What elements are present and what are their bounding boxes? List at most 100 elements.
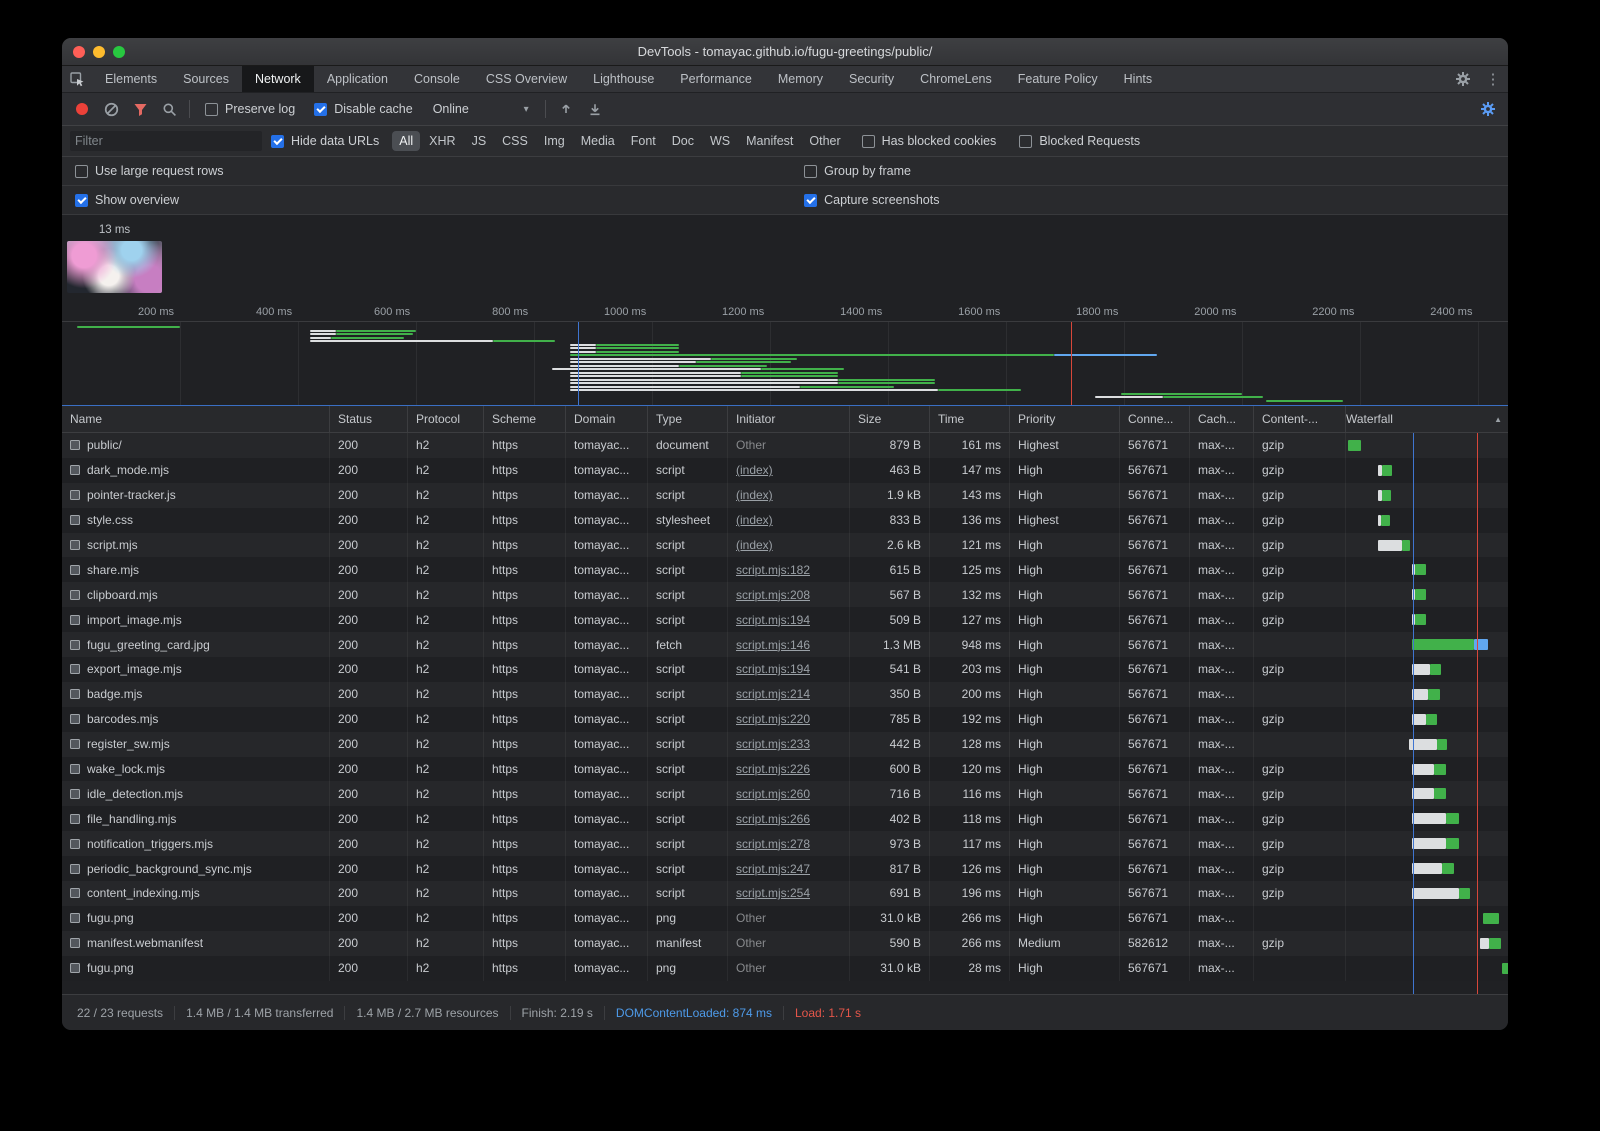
record-network-log-button[interactable] <box>68 96 96 122</box>
tab-network[interactable]: Network <box>242 66 314 92</box>
hide-data-urls-checkbox[interactable]: Hide data URLs <box>271 134 379 148</box>
filter-type-font[interactable]: Font <box>624 131 663 151</box>
kebab-menu-icon[interactable]: ⋮ <box>1478 66 1508 92</box>
filter-type-xhr[interactable]: XHR <box>422 131 462 151</box>
filter-type-all[interactable]: All <box>392 131 420 151</box>
table-row[interactable]: content_indexing.mjs200h2httpstomayac...… <box>62 881 1508 906</box>
tab-application[interactable]: Application <box>314 66 401 92</box>
use-large-request-rows-checkbox[interactable]: Use large request rows <box>75 164 224 178</box>
inspect-element-button[interactable] <box>62 66 92 92</box>
initiator-link[interactable]: script.mjs:208 <box>736 588 810 602</box>
table-row[interactable]: clipboard.mjs200h2httpstomayac...scripts… <box>62 582 1508 607</box>
initiator-link[interactable]: script.mjs:220 <box>736 712 810 726</box>
column-header-cach[interactable]: Cach... <box>1190 406 1254 432</box>
filter-input[interactable] <box>70 131 262 151</box>
tab-sources[interactable]: Sources <box>170 66 242 92</box>
initiator-link[interactable]: (index) <box>736 513 773 527</box>
tab-lighthouse[interactable]: Lighthouse <box>580 66 667 92</box>
export-har-button[interactable] <box>581 96 609 122</box>
search-button[interactable] <box>155 96 183 122</box>
initiator-link[interactable]: script.mjs:226 <box>736 762 810 776</box>
filter-type-manifest[interactable]: Manifest <box>739 131 800 151</box>
table-row[interactable]: fugu.png200h2httpstomayac...pngOther31.0… <box>62 956 1508 981</box>
initiator-link[interactable]: script.mjs:214 <box>736 687 810 701</box>
column-header-name[interactable]: Name <box>62 406 330 432</box>
initiator-link[interactable]: (index) <box>736 463 773 477</box>
disable-cache-checkbox[interactable]: Disable cache <box>314 102 413 116</box>
clear-network-log-button[interactable] <box>97 96 125 122</box>
table-row[interactable]: periodic_background_sync.mjs200h2httpsto… <box>62 856 1508 881</box>
filter-type-other[interactable]: Other <box>802 131 847 151</box>
capture-screenshots-checkbox[interactable]: Capture screenshots <box>804 193 939 207</box>
import-har-button[interactable] <box>552 96 580 122</box>
filter-type-css[interactable]: CSS <box>495 131 535 151</box>
minimize-window-button[interactable] <box>93 46 105 58</box>
column-header-initiator[interactable]: Initiator <box>728 406 850 432</box>
table-row[interactable]: badge.mjs200h2httpstomayac...scriptscrip… <box>62 682 1508 707</box>
table-row[interactable]: register_sw.mjs200h2httpstomayac...scrip… <box>62 732 1508 757</box>
column-header-time[interactable]: Time <box>930 406 1010 432</box>
filter-type-media[interactable]: Media <box>574 131 622 151</box>
column-header-scheme[interactable]: Scheme <box>484 406 566 432</box>
table-row[interactable]: fugu.png200h2httpstomayac...pngOther31.0… <box>62 906 1508 931</box>
tab-feature-policy[interactable]: Feature Policy <box>1005 66 1111 92</box>
table-row[interactable]: public/200h2httpstomayac...documentOther… <box>62 433 1508 458</box>
initiator-link[interactable]: script.mjs:266 <box>736 812 810 826</box>
column-header-waterfall[interactable]: Waterfall▲ <box>1346 406 1508 432</box>
table-row[interactable]: idle_detection.mjs200h2httpstomayac...sc… <box>62 781 1508 806</box>
tab-memory[interactable]: Memory <box>765 66 836 92</box>
initiator-link[interactable]: script.mjs:146 <box>736 638 810 652</box>
filter-type-doc[interactable]: Doc <box>665 131 701 151</box>
filter-type-js[interactable]: JS <box>465 131 494 151</box>
column-header-type[interactable]: Type <box>648 406 728 432</box>
filter-toggle-button[interactable] <box>126 96 154 122</box>
filter-type-img[interactable]: Img <box>537 131 572 151</box>
table-row[interactable]: dark_mode.mjs200h2httpstomayac...script(… <box>62 458 1508 483</box>
table-row[interactable]: import_image.mjs200h2httpstomayac...scri… <box>62 607 1508 632</box>
initiator-link[interactable]: script.mjs:194 <box>736 613 810 627</box>
network-settings-button[interactable] <box>1474 96 1502 122</box>
show-overview-checkbox[interactable]: Show overview <box>75 193 179 207</box>
has-blocked-cookies-checkbox[interactable]: Has blocked cookies <box>862 134 997 148</box>
blocked-requests-checkbox[interactable]: Blocked Requests <box>1019 134 1140 148</box>
table-row[interactable]: script.mjs200h2httpstomayac...script(ind… <box>62 533 1508 558</box>
tab-chromelens[interactable]: ChromeLens <box>907 66 1005 92</box>
preserve-log-checkbox[interactable]: Preserve log <box>205 102 295 116</box>
initiator-link[interactable]: script.mjs:247 <box>736 862 810 876</box>
devtools-settings-button[interactable] <box>1448 66 1478 92</box>
initiator-link[interactable]: (index) <box>736 538 773 552</box>
table-row[interactable]: manifest.webmanifest200h2httpstomayac...… <box>62 931 1508 956</box>
window-titlebar[interactable]: DevTools - tomayac.github.io/fugu-greeti… <box>62 38 1508 66</box>
column-header-conne[interactable]: Conne... <box>1120 406 1190 432</box>
column-header-size[interactable]: Size <box>850 406 930 432</box>
table-row[interactable]: share.mjs200h2httpstomayac...scriptscrip… <box>62 557 1508 582</box>
column-header-domain[interactable]: Domain <box>566 406 648 432</box>
table-row[interactable]: wake_lock.mjs200h2httpstomayac...scripts… <box>62 757 1508 782</box>
screenshot-thumbnail[interactable] <box>67 241 162 293</box>
table-row[interactable]: style.css200h2httpstomayac...stylesheet(… <box>62 508 1508 533</box>
table-row[interactable]: barcodes.mjs200h2httpstomayac...scriptsc… <box>62 707 1508 732</box>
initiator-link[interactable]: script.mjs:278 <box>736 837 810 851</box>
network-overview-pane[interactable]: 200 ms400 ms600 ms800 ms1000 ms1200 ms14… <box>62 302 1508 406</box>
overview-waterfall[interactable] <box>62 322 1508 405</box>
column-header-protocol[interactable]: Protocol <box>408 406 484 432</box>
table-row[interactable]: pointer-tracker.js200h2httpstomayac...sc… <box>62 483 1508 508</box>
table-row[interactable]: fugu_greeting_card.jpg200h2httpstomayac.… <box>62 632 1508 657</box>
initiator-link[interactable]: (index) <box>736 488 773 502</box>
initiator-link[interactable]: script.mjs:194 <box>736 662 810 676</box>
table-row[interactable]: export_image.mjs200h2httpstomayac...scri… <box>62 657 1508 682</box>
tab-elements[interactable]: Elements <box>92 66 170 92</box>
initiator-link[interactable]: script.mjs:233 <box>736 737 810 751</box>
initiator-link[interactable]: script.mjs:254 <box>736 886 810 900</box>
filmstrip-frame[interactable]: 13 ms <box>67 224 162 293</box>
table-row[interactable]: file_handling.mjs200h2httpstomayac...scr… <box>62 806 1508 831</box>
initiator-link[interactable]: script.mjs:182 <box>736 563 810 577</box>
zoom-window-button[interactable] <box>113 46 125 58</box>
table-row[interactable]: notification_triggers.mjs200h2httpstomay… <box>62 831 1508 856</box>
tab-performance[interactable]: Performance <box>667 66 765 92</box>
column-header-priority[interactable]: Priority <box>1010 406 1120 432</box>
filter-type-ws[interactable]: WS <box>703 131 737 151</box>
tab-security[interactable]: Security <box>836 66 907 92</box>
tab-css-overview[interactable]: CSS Overview <box>473 66 580 92</box>
column-header-content[interactable]: Content-... <box>1254 406 1346 432</box>
